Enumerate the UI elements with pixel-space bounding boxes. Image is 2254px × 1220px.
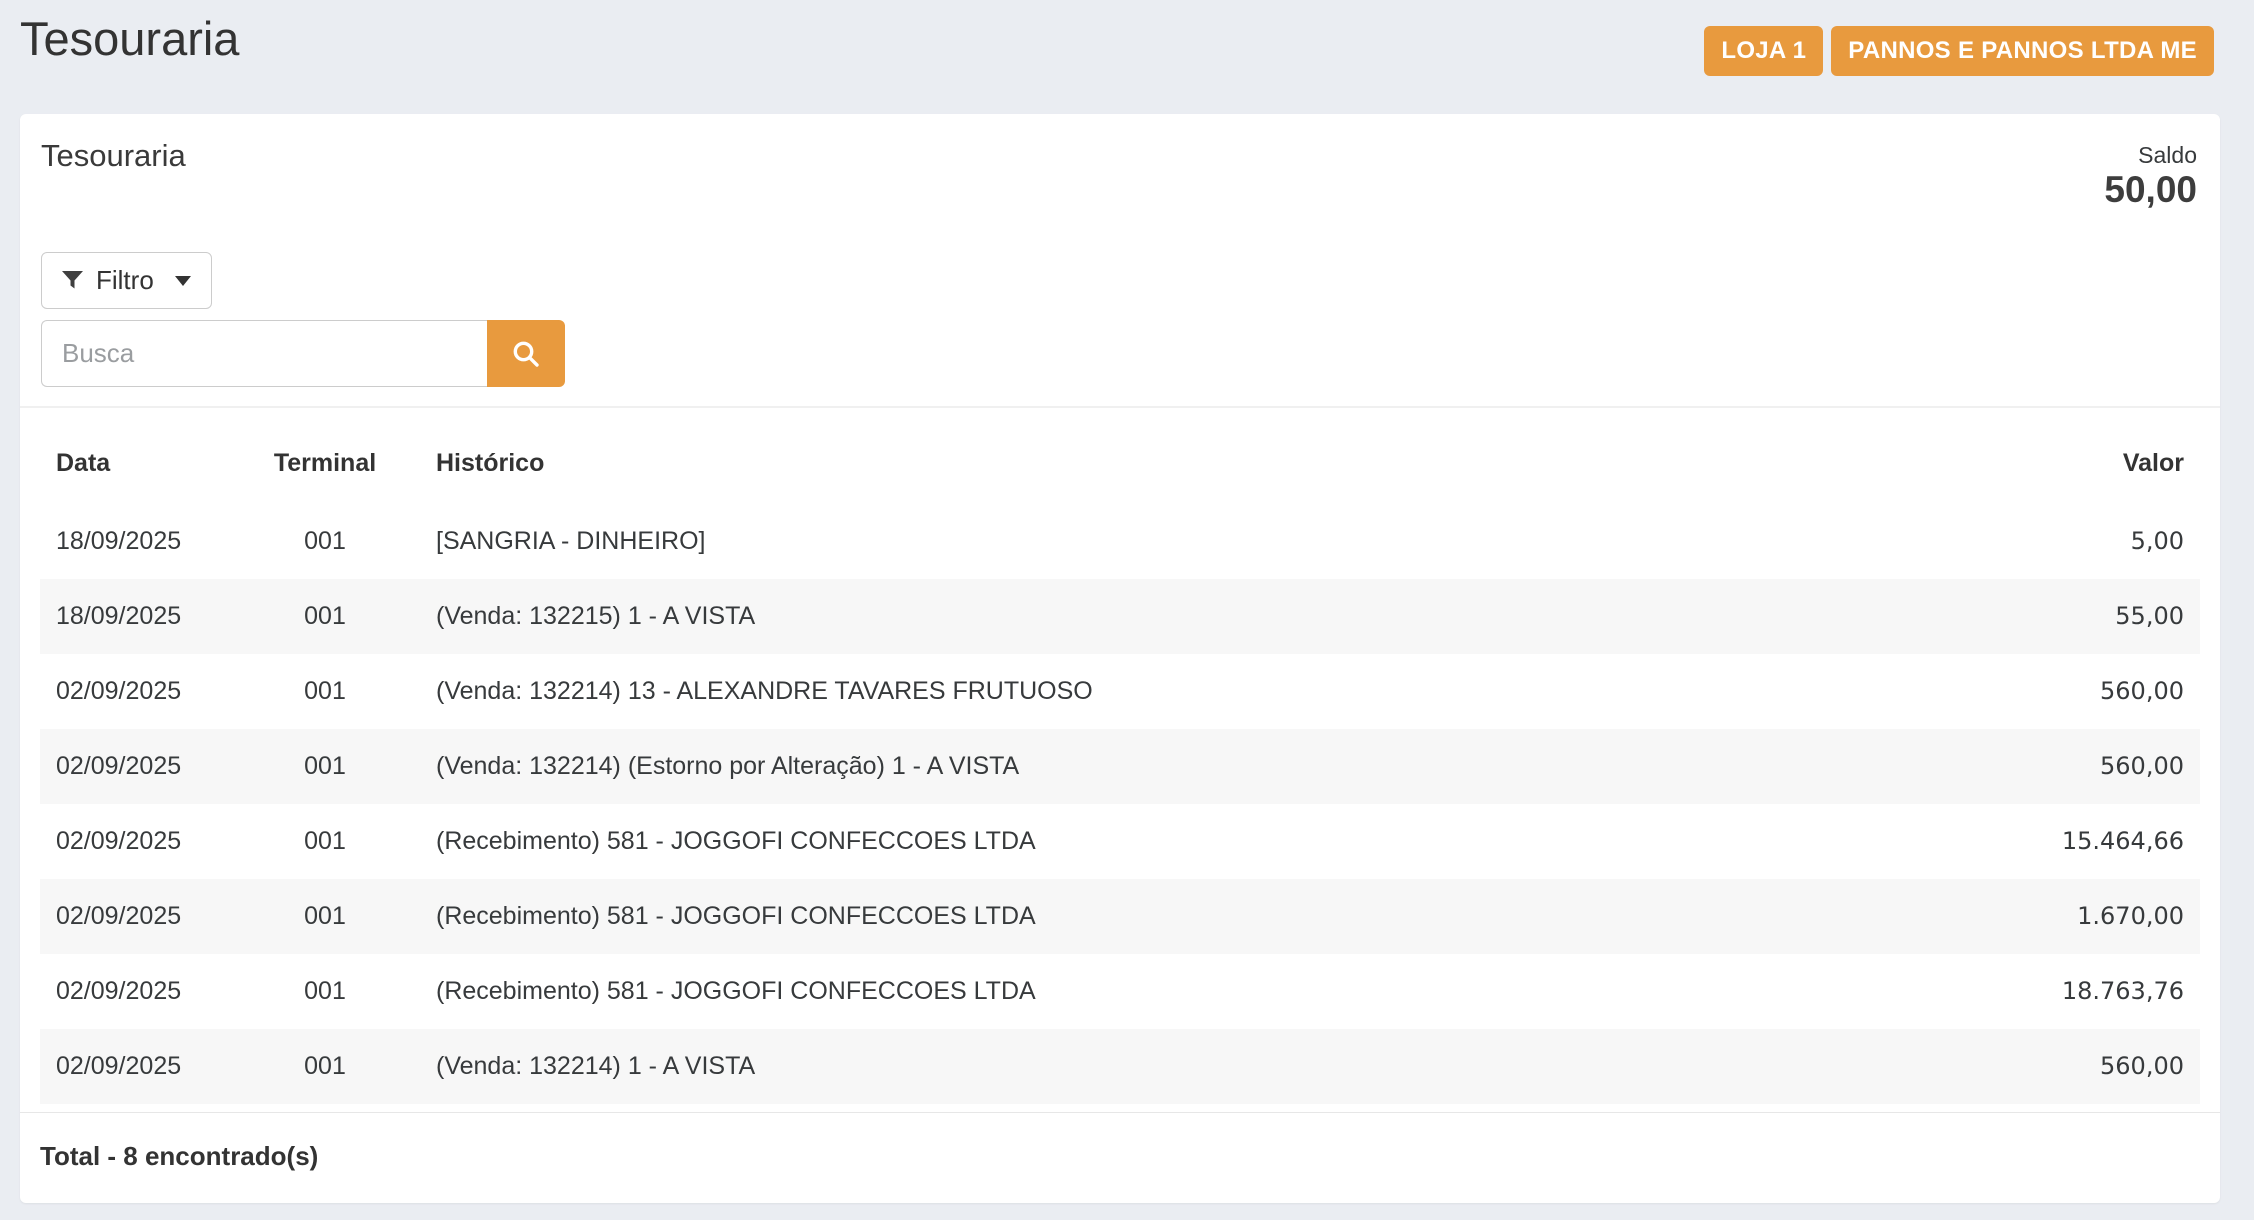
cell-valor: 5,00 bbox=[1920, 504, 2200, 579]
column-header-valor: Valor bbox=[1920, 408, 2200, 504]
column-header-data: Data bbox=[40, 408, 230, 504]
cell-data: 02/09/2025 bbox=[40, 879, 230, 954]
cell-valor: 1.670,00 bbox=[1920, 879, 2200, 954]
card-header-section: Tesouraria Saldo 50,00 Filtro bbox=[20, 114, 2220, 406]
cell-historico: [SANGRIA - DINHEIRO] bbox=[420, 504, 1920, 579]
tesouraria-card: Tesouraria Saldo 50,00 Filtro bbox=[20, 114, 2220, 1203]
cell-valor: 560,00 bbox=[1920, 729, 2200, 804]
cell-terminal: 001 bbox=[230, 579, 420, 654]
cell-historico: (Venda: 132214) 13 - ALEXANDRE TAVARES F… bbox=[420, 654, 1920, 729]
saldo-label: Saldo bbox=[2104, 142, 2197, 168]
table-row: 02/09/2025 001 (Venda: 132214) 13 - ALEX… bbox=[40, 654, 2200, 729]
table-footer: Total - 8 encontrado(s) bbox=[20, 1112, 2220, 1203]
page-title: Tesouraria bbox=[20, 12, 239, 66]
store-button[interactable]: LOJA 1 bbox=[1704, 26, 1823, 76]
cell-data: 02/09/2025 bbox=[40, 729, 230, 804]
cell-terminal: 001 bbox=[230, 729, 420, 804]
table-row: 02/09/2025 001 (Recebimento) 581 - JOGGO… bbox=[40, 879, 2200, 954]
cell-historico: (Recebimento) 581 - JOGGOFI CONFECCOES L… bbox=[420, 804, 1920, 879]
search-icon bbox=[510, 338, 542, 370]
movements-table: Data Terminal Histórico Valor 18/09/2025… bbox=[40, 408, 2200, 1104]
cell-data: 18/09/2025 bbox=[40, 579, 230, 654]
cell-data: 02/09/2025 bbox=[40, 804, 230, 879]
table-row: 02/09/2025 001 (Venda: 132214) (Estorno … bbox=[40, 729, 2200, 804]
cell-historico: (Venda: 132214) 1 - A VISTA bbox=[420, 1029, 1920, 1104]
chevron-down-icon bbox=[175, 276, 191, 286]
search-group bbox=[41, 320, 565, 387]
cell-valor: 560,00 bbox=[1920, 1029, 2200, 1104]
cell-data: 02/09/2025 bbox=[40, 1029, 230, 1104]
cell-terminal: 001 bbox=[230, 1029, 420, 1104]
card-title: Tesouraria bbox=[41, 138, 2197, 174]
table-section: Data Terminal Histórico Valor 18/09/2025… bbox=[20, 406, 2220, 1104]
cell-historico: (Recebimento) 581 - JOGGOFI CONFECCOES L… bbox=[420, 954, 1920, 1029]
cell-terminal: 001 bbox=[230, 954, 420, 1029]
topbar-buttons: LOJA 1 PANNOS E PANNOS LTDA ME bbox=[1704, 26, 2214, 76]
company-button[interactable]: PANNOS E PANNOS LTDA ME bbox=[1831, 26, 2214, 76]
cell-terminal: 001 bbox=[230, 504, 420, 579]
cell-historico: (Recebimento) 581 - JOGGOFI CONFECCOES L… bbox=[420, 879, 1920, 954]
saldo-block: Saldo 50,00 bbox=[2104, 142, 2197, 212]
table-row: 02/09/2025 001 (Recebimento) 581 - JOGGO… bbox=[40, 804, 2200, 879]
filter-icon bbox=[62, 271, 83, 291]
cell-data: 02/09/2025 bbox=[40, 654, 230, 729]
cell-terminal: 001 bbox=[230, 654, 420, 729]
search-button[interactable] bbox=[487, 320, 565, 387]
filter-button-label: Filtro bbox=[96, 265, 154, 296]
table-row: 02/09/2025 001 (Recebimento) 581 - JOGGO… bbox=[40, 954, 2200, 1029]
cell-valor: 18.763,76 bbox=[1920, 954, 2200, 1029]
saldo-value: 50,00 bbox=[2104, 168, 2197, 212]
cell-historico: (Venda: 132214) (Estorno por Alteração) … bbox=[420, 729, 1920, 804]
cell-historico: (Venda: 132215) 1 - A VISTA bbox=[420, 579, 1920, 654]
filter-button[interactable]: Filtro bbox=[41, 252, 212, 309]
cell-data: 18/09/2025 bbox=[40, 504, 230, 579]
table-header-row: Data Terminal Histórico Valor bbox=[40, 408, 2200, 504]
cell-data: 02/09/2025 bbox=[40, 954, 230, 1029]
top-bar: Tesouraria LOJA 1 PANNOS E PANNOS LTDA M… bbox=[0, 0, 2254, 76]
cell-terminal: 001 bbox=[230, 879, 420, 954]
table-row: 18/09/2025 001 (Venda: 132215) 1 - A VIS… bbox=[40, 579, 2200, 654]
cell-terminal: 001 bbox=[230, 804, 420, 879]
table-row: 02/09/2025 001 (Venda: 132214) 1 - A VIS… bbox=[40, 1029, 2200, 1104]
cell-valor: 55,00 bbox=[1920, 579, 2200, 654]
search-input[interactable] bbox=[41, 320, 487, 387]
total-count: Total - 8 encontrado(s) bbox=[40, 1141, 318, 1171]
table-row: 18/09/2025 001 [SANGRIA - DINHEIRO] 5,00 bbox=[40, 504, 2200, 579]
column-header-terminal: Terminal bbox=[230, 408, 420, 504]
column-header-historico: Histórico bbox=[420, 408, 1920, 504]
cell-valor: 15.464,66 bbox=[1920, 804, 2200, 879]
cell-valor: 560,00 bbox=[1920, 654, 2200, 729]
